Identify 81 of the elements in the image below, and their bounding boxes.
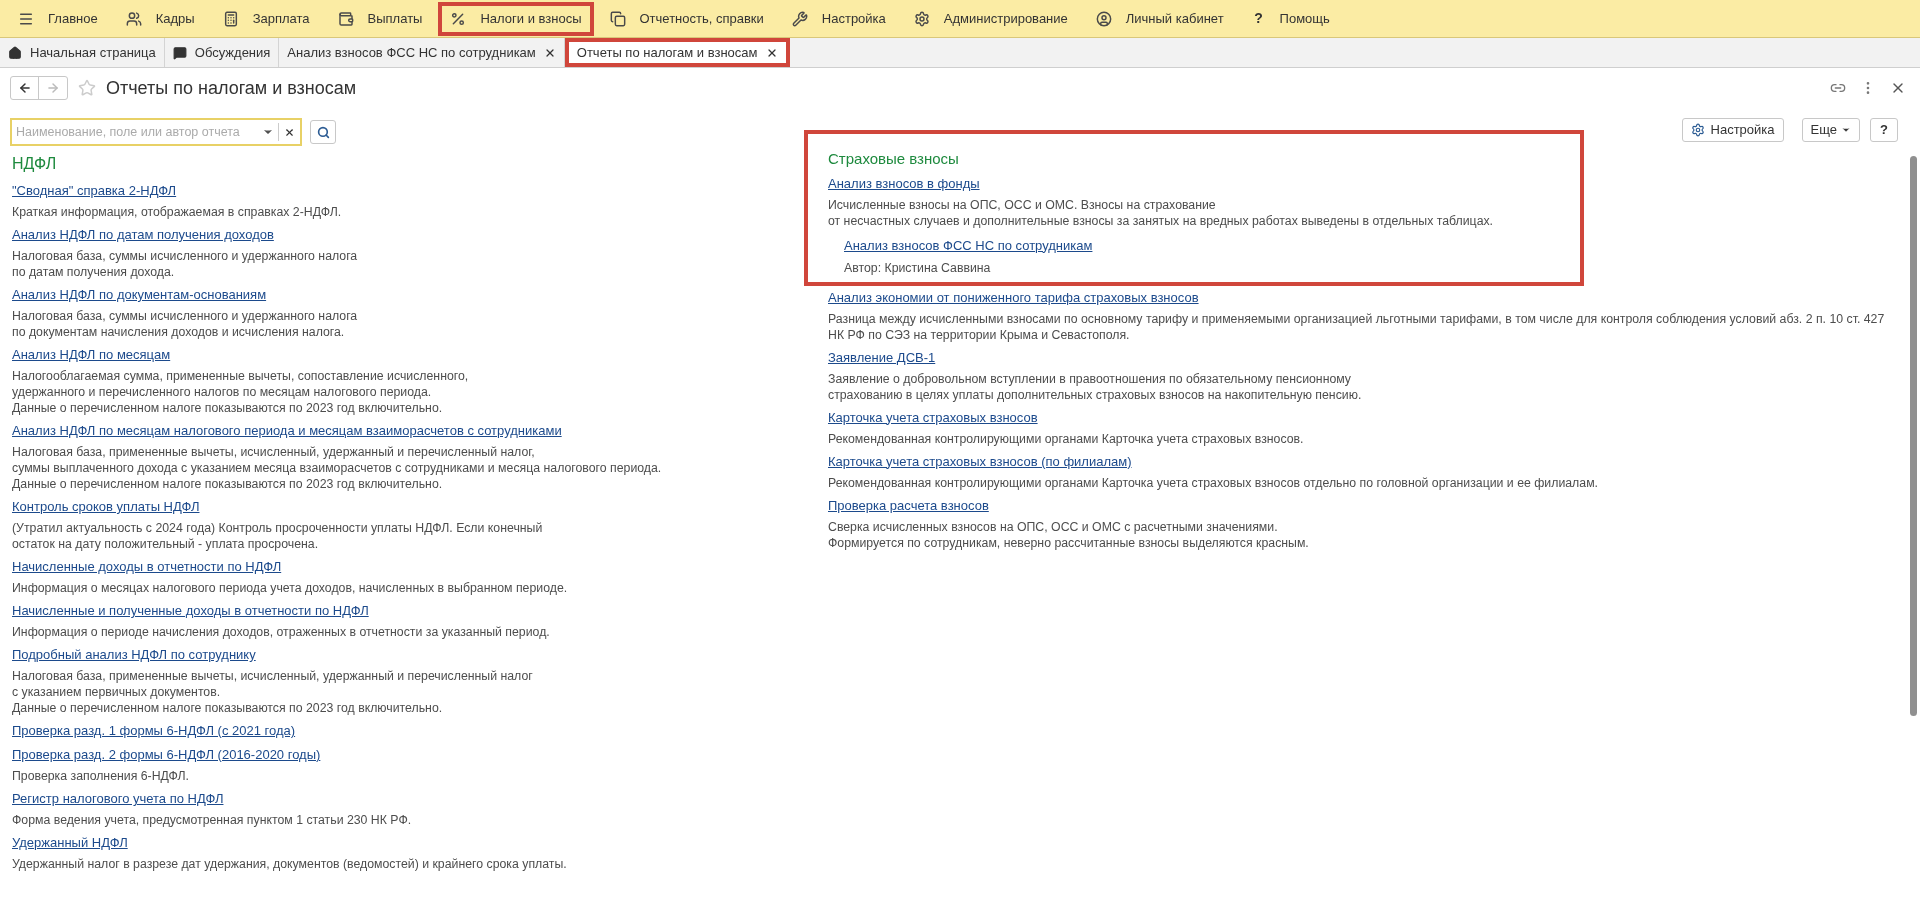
report-description: (Утратил актуальность с 2024 года) Контроль просроченности уплаты НДФЛ. Если конечный остаток на дату положительный - уплата просрочена.: [12, 520, 544, 552]
clear-icon[interactable]: [284, 126, 295, 138]
report-author: Автор: Кристина Саввина: [844, 259, 992, 276]
report-link[interactable]: Проверка расчета взносов: [828, 496, 1906, 515]
report-link[interactable]: Карточка учета страховых взносов (по филиалам): [828, 452, 1906, 471]
report-link[interactable]: Карточка учета страховых взносов: [828, 408, 1906, 427]
people-icon: [125, 10, 142, 27]
report-description: Налоговая база, примененные вычеты, исчисленный, удержанный и перечисленный налог, суммы выплаченного дохода с указанием месяца взаиморасчетов с сотрудниками и месяца налогового периода. Данные о перечисленном налоге показываются по 2023 год включительно.: [12, 444, 663, 492]
report-link[interactable]: Анализ НДФЛ по датам получения доходов: [12, 226, 828, 244]
percent-icon: [450, 10, 467, 27]
caret-icon: [1841, 125, 1851, 135]
page-tab[interactable]: Отчеты по налогам и взносам: [564, 38, 790, 67]
report-description: Рекомендованная контролирующими органами Карточка учета страховых взносов.: [828, 430, 1305, 447]
report-description: Рекомендованная контролирующими органами Карточка учета страховых взносов отдельно по головной организации и ее филиалам.: [828, 474, 1599, 491]
wrench-icon: [791, 10, 808, 27]
settings-icon: [913, 10, 930, 27]
section-menu-item[interactable]: Выплаты: [325, 1, 435, 36]
section-menu-item[interactable]: Настройка: [779, 1, 898, 36]
settings-button[interactable]: Настройка: [1681, 118, 1784, 142]
calculator-icon: [222, 10, 239, 27]
documents-icon: [609, 10, 626, 27]
report-description: Краткая информация, отображаемая в справках 2-НДФЛ.: [12, 204, 343, 220]
report-link[interactable]: Контроль сроков уплаты НДФЛ: [12, 498, 828, 516]
report-link[interactable]: Анализ НДФЛ по месяцам: [12, 346, 828, 364]
report-description: Налоговая база, суммы исчисленного и удержанного налога по документам начисления доходов и исчисления налога.: [12, 308, 359, 340]
settings-icon: [1690, 123, 1705, 137]
report-description: Налогооблагаемая сумма, примененные вычеты, сопоставление исчисленного, удержанного и перечисленного налогов по месяцам налогового периода. Данные о перечисленном налоге показываются по 2023 год включительно.: [12, 368, 470, 416]
scrollbar[interactable]: [1909, 156, 1917, 716]
page-title: Отчеты по налогам и взносам: [106, 76, 357, 100]
section-menu-item[interactable]: Отчетность, справки: [597, 1, 776, 36]
report-description: Информация о периоде начисления доходов, отраженных в отчетности за указанный период.: [12, 624, 551, 640]
report-link[interactable]: Подробный анализ НДФЛ по сотруднику: [12, 646, 828, 664]
report-description: Разница между исчисленными взносами по основному тарифу и применяемыми организацией льготными тарифами, в том числе для контроля соблюдения условий абз. 2 п. 10 ст. 427 НК РФ по СЭЗ на территории Крыма и Севастополя.: [828, 310, 1886, 343]
report-link[interactable]: "Сводная" справка 2-НДФЛ: [12, 182, 828, 200]
tab-label: Анализ взносов ФСС НС по сотрудникам: [287, 43, 536, 62]
report-link[interactable]: Анализ взносов в фонды: [828, 174, 1560, 193]
section-menu-item[interactable]: Зарплата: [210, 1, 322, 36]
search-button[interactable]: [310, 120, 336, 144]
tab-label: Обсуждения: [194, 43, 271, 62]
report-link[interactable]: Проверка разд. 2 формы 6-НДФЛ (2016-2020 годы): [12, 746, 828, 764]
report-description: Форма ведения учета, предусмотренная пунктом 1 статьи 230 НК РФ.: [12, 812, 413, 828]
report-link[interactable]: Анализ НДФЛ по месяцам налогового периода и месяцам взаиморасчетов с сотрудниками: [12, 422, 828, 440]
search-field[interactable]: Наименование, поле или автор отчета: [12, 122, 258, 142]
report-link[interactable]: Начисленные доходы в отчетности по НДФЛ: [12, 558, 828, 576]
report-link[interactable]: Начисленные и полученные доходы в отчетности по НДФЛ: [12, 602, 828, 620]
report-description: Проверка заполнения 6-НДФЛ.: [12, 768, 191, 784]
section-menu-item[interactable]: Кадры: [113, 1, 207, 36]
report-description: Информация о месяцах налогового периода учета доходов, начисленных в выбранном периоде.: [12, 580, 569, 596]
more-button[interactable]: Еще: [1801, 118, 1860, 142]
section-heading: НДФЛ: [12, 154, 58, 174]
report-link[interactable]: Анализ НДФЛ по документам-основаниям: [12, 286, 828, 304]
section-menu-item[interactable]: Налоги и взносы: [438, 1, 594, 36]
report-link[interactable]: Анализ экономии от пониженного тарифа страховых взносов: [828, 288, 1906, 307]
report-description: Налоговая база, суммы исчисленного и удержанного налога по датам получения дохода.: [12, 248, 359, 280]
right-arrow-icon: [46, 81, 60, 95]
tab-label: Начальная страница: [30, 43, 156, 62]
section-menu-item[interactable]: ? Помощь: [1239, 1, 1342, 36]
report-link[interactable]: Анализ взносов ФСС НС по сотрудникам: [844, 236, 1560, 255]
report-description: Исчисленные взносы на ОПС, ОСС и ОМС. Взносы на страхование от несчастных случаев и дополнительные взносы за занятых на вредных работах выведены в отдельных таблицах.: [828, 196, 1495, 229]
report-link[interactable]: Удержанный НДФЛ: [12, 834, 828, 852]
section-menu-item[interactable]: Личный кабинет: [1083, 1, 1236, 36]
search-box[interactable]: Наименование, поле или автор отчета: [10, 118, 302, 146]
report-description: Налоговая база, примененные вычеты, исчисленный, удержанный и перечисленный налог с указанием первичных документов. Данные о перечисленном налоге показываются по 2023 год включительно.: [12, 668, 534, 716]
star-icon[interactable]: [78, 79, 96, 97]
home-icon: [8, 45, 22, 60]
section-menu-item[interactable]: Главное: [6, 1, 110, 36]
chat-icon: [172, 45, 187, 60]
search-icon: [316, 125, 330, 139]
report-description: Сверка исчисленных взносов на ОПС, ОСС и ОМС с расчетными значениями. Формируется по сотрудникам, неверно рассчитанные взносы выделяются красным.: [828, 518, 1310, 551]
section-menu-item[interactable]: Администрирование: [901, 1, 1080, 36]
report-description: Удержанный налог в разрезе дат удержания, документов (ведомостей) и крайнего срока уплаты.: [12, 856, 568, 872]
user-icon: [1095, 10, 1112, 27]
report-link[interactable]: Проверка разд. 1 формы 6-НДФЛ (с 2021 года): [12, 722, 828, 740]
report-link[interactable]: Регистр налогового учета по НДФЛ: [12, 790, 828, 808]
report-link[interactable]: Заявление ДСВ-1: [828, 348, 1906, 367]
tab-label: Отчеты по налогам и взносам: [576, 43, 758, 62]
help-icon: ?: [1251, 8, 1266, 29]
section-heading: Страховые взносы: [828, 149, 960, 169]
help-button[interactable]: ?: [1870, 118, 1898, 142]
wallet-icon: [337, 10, 354, 27]
report-description: Заявление о добровольном вступлении в правоотношения по обязательному пенсионному страхованию в целях уплаты дополнительных страховых взносов на накопительную пенсию.: [828, 370, 1363, 403]
